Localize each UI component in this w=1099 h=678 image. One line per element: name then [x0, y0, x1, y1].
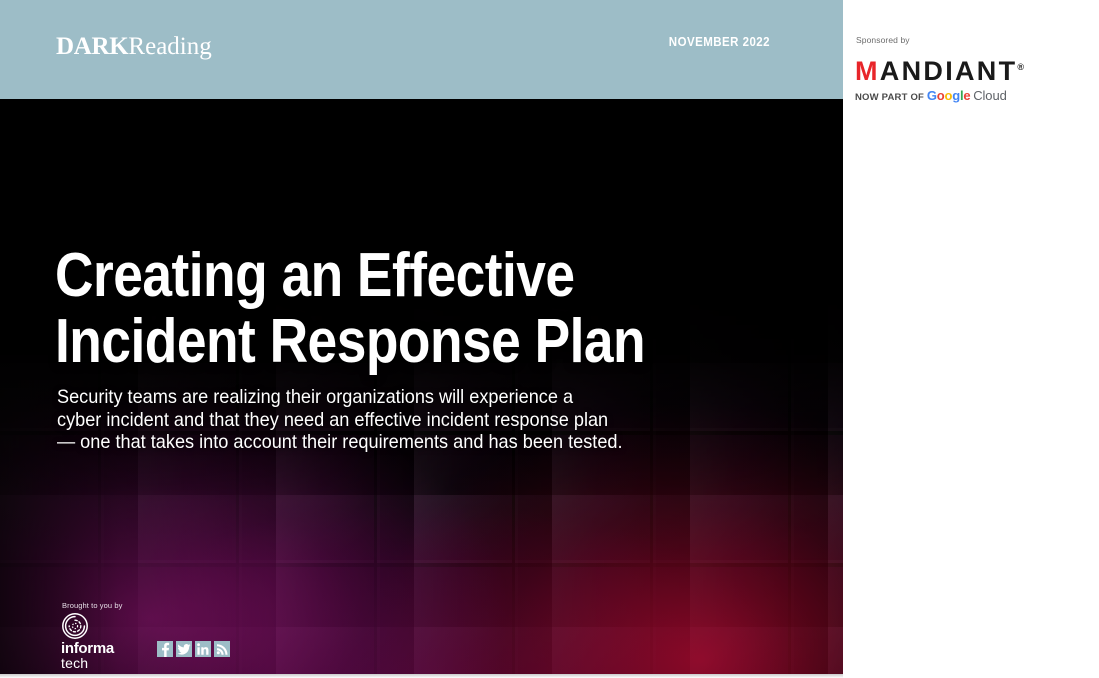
mandiant-rest-letters: ANDIANT — [879, 56, 1018, 86]
informa-tech-suffix: tech — [61, 655, 89, 671]
mandiant-m-letter: M — [855, 56, 880, 86]
now-part-of-google-cloud: NOW PART OF Google Cloud — [855, 89, 1073, 104]
rss-icon — [216, 644, 228, 655]
digital-issue-viewer: DARKReading NOVEMBER 2022 Creating an Ef… — [0, 0, 1099, 678]
logo-word-reading: Reading — [128, 33, 212, 60]
linkedin-icon — [197, 643, 209, 655]
headline-line-2: Incident Response Plan — [55, 307, 646, 376]
cover-deck: Security teams are realizing their organ… — [57, 386, 671, 454]
informa-wordmark: informa — [61, 640, 114, 657]
google-wordmark: Google — [926, 88, 971, 103]
share-linkedin-button[interactable] — [195, 641, 211, 657]
registered-trademark-icon: ® — [1017, 62, 1025, 72]
mandiant-sponsor-logo[interactable]: MANDIANT® NOW PART OF Google Cloud — [855, 52, 1073, 104]
deck-line-2: cyber incident and that they need an eff… — [57, 408, 609, 431]
cover-page: DARKReading NOVEMBER 2022 Creating an Ef… — [0, 0, 843, 674]
informa-spiral-icon — [62, 613, 88, 639]
deck-line-1: Security teams are realizing their organ… — [57, 386, 574, 408]
masthead-band: DARKReading NOVEMBER 2022 — [0, 0, 843, 99]
page-bottom-edge — [0, 674, 843, 678]
sponsored-by-label: Sponsored by — [856, 35, 910, 45]
twitter-icon — [177, 644, 191, 655]
logo-word-dark: DARK — [56, 33, 129, 60]
brought-to-you-by-label: Brought to you by — [62, 601, 123, 610]
deck-line-3: — one that takes into account their requ… — [57, 431, 623, 453]
social-share-bar — [157, 641, 230, 657]
facebook-icon — [162, 642, 170, 657]
headline-line-1: Creating an Effective — [55, 241, 575, 310]
cloud-word: Cloud — [973, 88, 1007, 103]
dark-reading-logo[interactable]: DARKReading — [56, 34, 212, 59]
mandiant-wordmark: MANDIANT® — [855, 52, 1073, 86]
share-facebook-button[interactable] — [157, 641, 173, 657]
share-twitter-button[interactable] — [176, 641, 192, 657]
now-part-of-label: NOW PART OF — [855, 92, 925, 103]
cover-headline: Creating an Effective Incident Response … — [55, 243, 657, 375]
informa-tech-logo[interactable]: informa tech — [61, 612, 133, 670]
issue-sidebar: Sponsored by MANDIANT® NOW PART OF Googl… — [843, 0, 1099, 678]
share-rss-button[interactable] — [214, 641, 230, 657]
issue-date: NOVEMBER 2022 — [668, 35, 770, 49]
